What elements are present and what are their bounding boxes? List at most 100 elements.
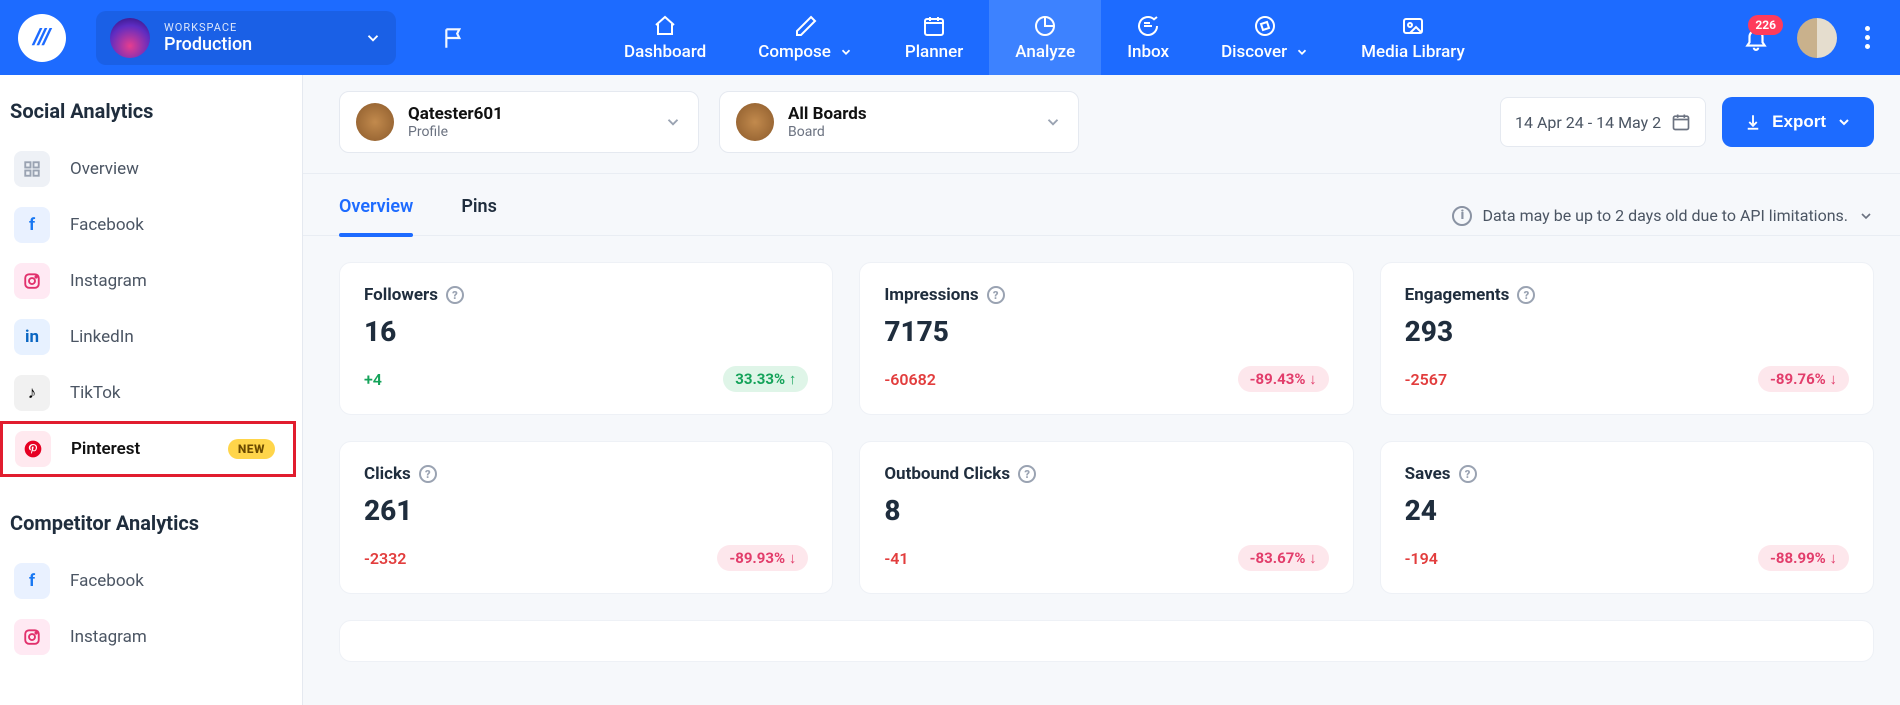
brand-logo[interactable]: /// bbox=[18, 14, 66, 62]
calendar-icon bbox=[1671, 112, 1691, 132]
workspace-name: Production bbox=[164, 34, 252, 55]
sidebar-item-label: Overview bbox=[70, 159, 139, 179]
nav-discover[interactable]: Discover bbox=[1195, 0, 1335, 75]
metric-value: 7175 bbox=[884, 315, 1328, 348]
selector-row: Qatester601 Profile All Boards Board 14 … bbox=[339, 91, 1874, 153]
instagram-icon bbox=[14, 619, 50, 655]
download-icon bbox=[1744, 113, 1762, 131]
facebook-icon: f bbox=[14, 563, 50, 599]
sidebar-comp-facebook[interactable]: f Facebook bbox=[0, 553, 302, 609]
data-freshness-notice[interactable]: i Data may be up to 2 days old due to AP… bbox=[1452, 206, 1874, 226]
grid-icon bbox=[14, 151, 50, 187]
notifications-badge: 226 bbox=[1748, 15, 1783, 35]
sidebar-item-overview[interactable]: Overview bbox=[0, 141, 302, 197]
workspace-switcher[interactable]: WORKSPACE Production bbox=[96, 11, 396, 65]
date-range-picker[interactable]: 14 Apr 24 - 14 May 2 bbox=[1500, 97, 1706, 147]
chevron-down-icon bbox=[839, 45, 853, 59]
nav-inbox-label: Inbox bbox=[1127, 42, 1169, 62]
metric-title: Engagements bbox=[1405, 285, 1510, 305]
extra-panel bbox=[339, 620, 1874, 662]
help-icon[interactable]: ? bbox=[1459, 465, 1477, 483]
topnav-right: 226 bbox=[1743, 18, 1900, 58]
metric-change-pill: -89.93% ↓ bbox=[717, 545, 808, 571]
nav-inbox[interactable]: Inbox bbox=[1101, 0, 1195, 75]
metric-card: Clicks?261-2332-89.93% ↓ bbox=[339, 441, 833, 594]
sidebar-item-tiktok[interactable]: ♪ TikTok bbox=[0, 365, 302, 421]
sidebar-item-label: Pinterest bbox=[71, 439, 140, 459]
help-icon[interactable]: ? bbox=[1517, 286, 1535, 304]
export-button[interactable]: Export bbox=[1722, 97, 1874, 147]
metric-title: Outbound Clicks bbox=[884, 464, 1010, 484]
tab-overview[interactable]: Overview bbox=[339, 196, 413, 235]
metric-delta: -2567 bbox=[1405, 370, 1447, 389]
chevron-down-icon bbox=[1858, 208, 1874, 224]
metric-value: 24 bbox=[1405, 494, 1849, 527]
sidebar-item-facebook[interactable]: f Facebook bbox=[0, 197, 302, 253]
notice-text: Data may be up to 2 days old due to API … bbox=[1482, 206, 1848, 225]
notifications-button[interactable]: 226 bbox=[1743, 25, 1769, 51]
metric-change-pill: -89.76% ↓ bbox=[1758, 366, 1849, 392]
metric-card: Impressions?7175-60682-89.43% ↓ bbox=[859, 262, 1353, 415]
board-avatar bbox=[736, 103, 774, 141]
board-selector[interactable]: All Boards Board bbox=[719, 91, 1079, 153]
sidebar-item-label: TikTok bbox=[70, 383, 121, 403]
sidebar-item-label: Facebook bbox=[70, 571, 144, 591]
sidebar-item-label: Instagram bbox=[70, 627, 147, 647]
chevron-down-icon bbox=[1295, 45, 1309, 59]
sidebar-item-label: Facebook bbox=[70, 215, 144, 235]
nav-media-library[interactable]: Media Library bbox=[1335, 0, 1491, 75]
sidebar-section-competitor: Competitor Analytics bbox=[0, 511, 302, 553]
nav-compose[interactable]: Compose bbox=[732, 0, 879, 75]
board-name: All Boards bbox=[788, 104, 867, 124]
nav-planner-label: Planner bbox=[905, 42, 963, 62]
nav-dashboard[interactable]: Dashboard bbox=[598, 0, 732, 75]
more-menu-icon[interactable] bbox=[1865, 26, 1870, 49]
metric-delta: -41 bbox=[884, 549, 908, 568]
sidebar: Social Analytics Overview f Facebook Ins… bbox=[0, 75, 303, 705]
date-range-text: 14 Apr 24 - 14 May 2 bbox=[1515, 113, 1661, 132]
top-navbar: /// WORKSPACE Production Dashboard Compo… bbox=[0, 0, 1900, 75]
metric-card: Outbound Clicks?8-41-83.67% ↓ bbox=[859, 441, 1353, 594]
workspace-label: WORKSPACE bbox=[164, 21, 252, 34]
chevron-down-icon bbox=[1836, 114, 1852, 130]
metric-card: Followers?16+433.33% ↑ bbox=[339, 262, 833, 415]
new-badge: NEW bbox=[228, 439, 275, 459]
help-icon[interactable]: ? bbox=[1018, 465, 1036, 483]
tab-row: Overview Pins i Data may be up to 2 days… bbox=[339, 174, 1874, 235]
metric-change-pill: -89.43% ↓ bbox=[1238, 366, 1329, 392]
chevron-down-icon bbox=[1044, 113, 1062, 131]
nav-analyze[interactable]: Analyze bbox=[989, 0, 1101, 75]
help-icon[interactable]: ? bbox=[987, 286, 1005, 304]
metric-change-pill: 33.33% ↑ bbox=[723, 366, 808, 392]
metric-delta: -194 bbox=[1405, 549, 1438, 568]
user-avatar[interactable] bbox=[1797, 18, 1837, 58]
profile-selector[interactable]: Qatester601 Profile bbox=[339, 91, 699, 153]
profile-avatar bbox=[356, 103, 394, 141]
profile-sub: Profile bbox=[408, 124, 503, 140]
nav-compose-label: Compose bbox=[758, 42, 831, 62]
nav-discover-label: Discover bbox=[1221, 42, 1287, 62]
metric-grid: Followers?16+433.33% ↑Impressions?7175-6… bbox=[339, 262, 1874, 594]
sidebar-item-pinterest[interactable]: Pinterest NEW bbox=[0, 421, 296, 477]
info-icon: i bbox=[1452, 206, 1472, 226]
tab-pins[interactable]: Pins bbox=[461, 196, 497, 235]
main-content: Qatester601 Profile All Boards Board 14 … bbox=[303, 75, 1900, 705]
help-icon[interactable]: ? bbox=[419, 465, 437, 483]
primary-nav: Dashboard Compose Planner Analyze Inbox … bbox=[598, 0, 1491, 75]
sidebar-item-instagram[interactable]: Instagram bbox=[0, 253, 302, 309]
metric-value: 16 bbox=[364, 315, 808, 348]
flag-icon[interactable] bbox=[442, 25, 468, 51]
chevron-down-icon bbox=[664, 113, 682, 131]
workspace-text: WORKSPACE Production bbox=[164, 21, 252, 55]
nav-planner[interactable]: Planner bbox=[879, 0, 989, 75]
help-icon[interactable]: ? bbox=[446, 286, 464, 304]
metric-value: 261 bbox=[364, 494, 808, 527]
sidebar-comp-instagram[interactable]: Instagram bbox=[0, 609, 302, 665]
export-label: Export bbox=[1772, 112, 1826, 132]
instagram-icon bbox=[14, 263, 50, 299]
workspace-avatar bbox=[110, 18, 150, 58]
sidebar-item-linkedin[interactable]: in LinkedIn bbox=[0, 309, 302, 365]
profile-name: Qatester601 bbox=[408, 104, 503, 124]
metric-title: Saves bbox=[1405, 464, 1451, 484]
metric-title: Impressions bbox=[884, 285, 978, 305]
